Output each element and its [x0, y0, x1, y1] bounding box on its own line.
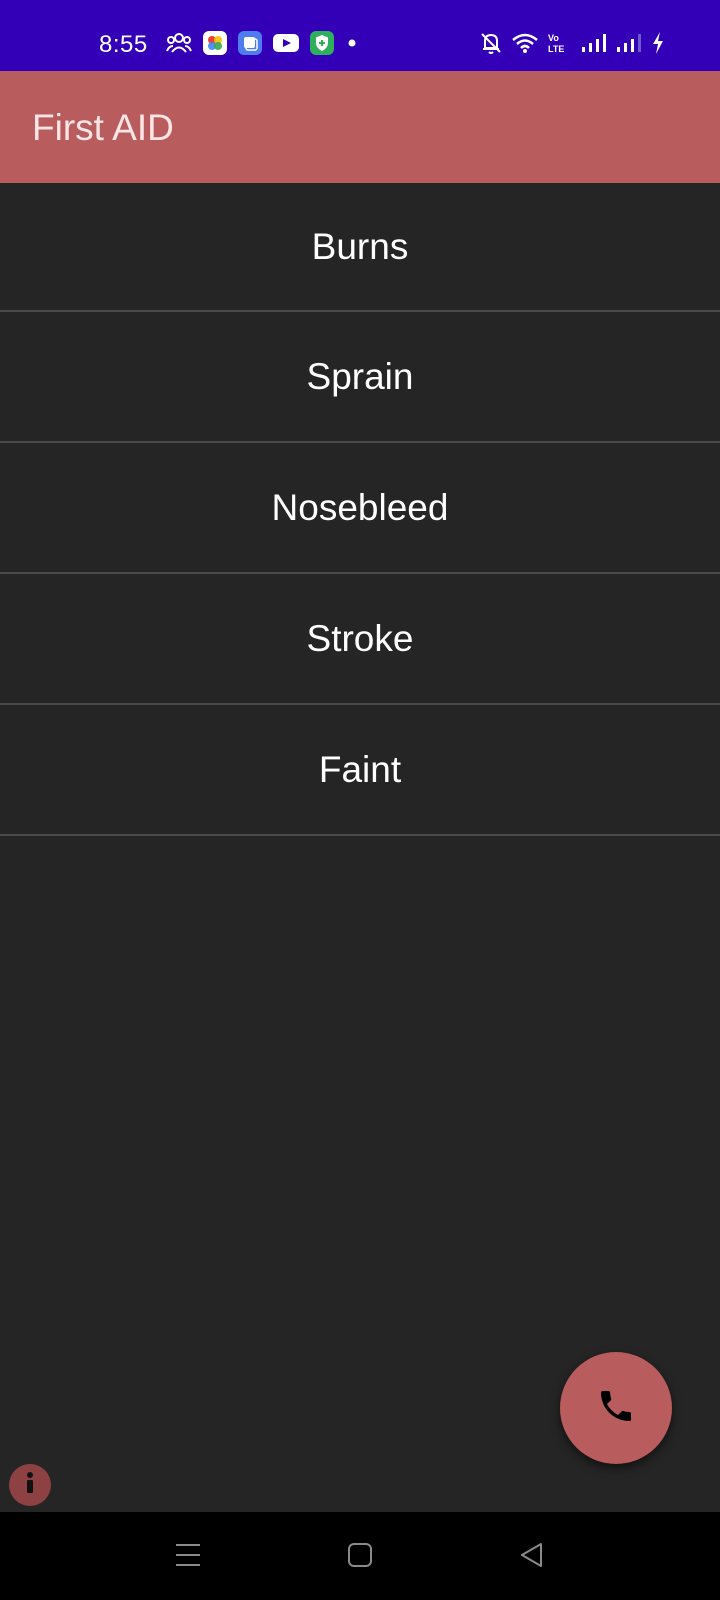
notification-dot-icon	[345, 36, 359, 55]
list-item-label: Sprain	[306, 355, 414, 397]
menu-icon	[175, 1542, 201, 1573]
status-bar: 8:55 Vo LTE	[0, 0, 720, 71]
list-item-stroke[interactable]: Stroke	[0, 574, 720, 705]
topic-list: Burns Sprain Nosebleed Stroke Faint	[0, 183, 720, 836]
svg-text:LTE: LTE	[548, 44, 564, 54]
signal-icon-2	[616, 32, 642, 59]
photos-app-icon	[203, 30, 227, 60]
list-item-nosebleed[interactable]: Nosebleed	[0, 443, 720, 574]
back-button[interactable]	[517, 1542, 547, 1572]
list-item-faint[interactable]: Faint	[0, 705, 720, 836]
signal-icon	[581, 32, 607, 59]
charging-icon	[651, 31, 665, 60]
list-item-label: Burns	[311, 225, 409, 267]
wifi-icon	[511, 32, 539, 59]
youtube-icon	[273, 33, 299, 58]
recent-apps-button[interactable]	[173, 1542, 203, 1572]
people-icon	[166, 32, 192, 59]
back-icon	[519, 1542, 545, 1573]
app-switcher-icon	[238, 30, 262, 60]
volte-icon: Vo LTE	[548, 32, 572, 59]
system-nav-bar	[0, 1512, 720, 1600]
list-item-label: Stroke	[306, 617, 414, 659]
phone-icon	[596, 1386, 636, 1431]
svg-text:Vo: Vo	[548, 33, 559, 43]
list-item-label: Faint	[318, 748, 402, 790]
status-icons-right: Vo LTE	[480, 31, 674, 59]
list-item-label: Nosebleed	[271, 486, 449, 528]
app-title: First AID	[32, 107, 174, 148]
list-item-burns[interactable]: Burns	[0, 183, 720, 312]
bell-off-icon	[480, 31, 502, 60]
list-item-sprain[interactable]: Sprain	[0, 312, 720, 443]
home-icon	[347, 1542, 373, 1573]
home-button[interactable]	[345, 1542, 375, 1572]
info-icon	[19, 1470, 41, 1501]
status-time: 8:55	[99, 31, 148, 58]
call-button[interactable]	[560, 1352, 672, 1464]
app-bar: First AID	[0, 71, 720, 183]
status-icons-left	[166, 30, 370, 60]
info-button[interactable]	[9, 1464, 51, 1506]
shield-app-icon	[310, 30, 334, 60]
